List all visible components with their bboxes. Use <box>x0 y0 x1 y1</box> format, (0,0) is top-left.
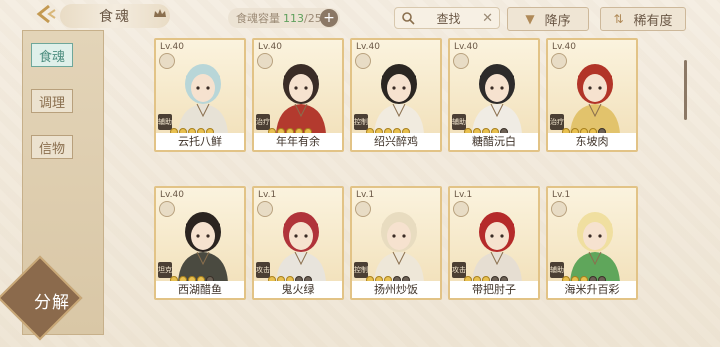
level-label: Lv.40 <box>160 42 184 52</box>
character-name: 糖醋沅白 <box>450 133 538 150</box>
tab-tokens[interactable]: 信物 <box>31 135 73 159</box>
element-icon <box>355 53 371 69</box>
food-soul-card[interactable]: Lv.40 坦克 西湖醋鱼 <box>154 186 246 300</box>
level-label: Lv.1 <box>552 190 571 200</box>
sort-arrows-icon: ⇅ <box>613 12 624 26</box>
level-label: Lv.40 <box>160 190 184 200</box>
element-icon <box>551 201 567 217</box>
food-soul-card[interactable]: Lv.40 治疗 东坡肉 <box>546 38 638 152</box>
character-name: 扬州炒饭 <box>352 281 440 298</box>
element-icon <box>355 201 371 217</box>
crown-icon <box>154 9 166 17</box>
food-soul-card[interactable]: Lv.40 辅助 糖醋沅白 <box>448 38 540 152</box>
element-icon <box>257 201 273 217</box>
character-portrait <box>472 64 522 134</box>
search-icon <box>402 12 415 25</box>
character-portrait <box>374 64 424 134</box>
add-capacity-button[interactable]: + <box>320 9 338 27</box>
character-portrait <box>178 212 228 282</box>
sort-by-label: 稀有度 <box>633 13 673 29</box>
sort-order-button[interactable]: ▼ 降序 <box>507 7 589 31</box>
tab-label: 调理 <box>38 95 65 111</box>
level-label: Lv.40 <box>552 42 576 52</box>
character-name: 云托八鲜 <box>156 133 244 150</box>
character-portrait <box>178 64 228 134</box>
character-name: 西湖醋鱼 <box>156 281 244 298</box>
element-icon <box>257 53 273 69</box>
scrollbar[interactable] <box>684 60 687 120</box>
back-arrow-icon <box>36 4 56 24</box>
character-portrait <box>570 212 620 282</box>
back-button[interactable] <box>30 2 62 28</box>
top-bar: 食魂 食魂容量 113 /250 + 查找 ✕ ▼ 降序 ⇅ 稀有度 <box>0 0 720 36</box>
page-title: 食魂 <box>99 9 131 25</box>
level-label: Lv.1 <box>356 190 375 200</box>
element-icon <box>551 53 567 69</box>
character-name: 东坡肉 <box>548 133 636 150</box>
clear-icon[interactable]: ✕ <box>482 11 493 26</box>
food-soul-grid: Lv.40 辅助 云托八鲜 Lv.40 治疗 年年有余 Lv.40 控制 绍兴醉鸡 Lv.40 辅助… <box>150 36 690 336</box>
capacity-current: 113 <box>283 11 304 25</box>
food-soul-card[interactable]: Lv.1 辅助 海米升百彩 <box>546 186 638 300</box>
element-icon <box>453 201 469 217</box>
level-label: Lv.40 <box>454 42 478 52</box>
character-portrait <box>276 64 326 134</box>
level-label: Lv.1 <box>454 190 473 200</box>
character-name: 海米升百彩 <box>548 281 636 298</box>
character-portrait <box>472 212 522 282</box>
character-portrait <box>570 64 620 134</box>
search-label: 查找 <box>436 11 461 26</box>
food-soul-card[interactable]: Lv.1 攻击 鬼火绿 <box>252 186 344 300</box>
tab-food-souls[interactable]: 食魂 <box>31 43 73 67</box>
element-icon <box>453 53 469 69</box>
sort-by-button[interactable]: ⇅ 稀有度 <box>600 7 686 31</box>
food-soul-card[interactable]: Lv.1 控制 扬州炒饭 <box>350 186 442 300</box>
food-soul-card[interactable]: Lv.40 治疗 年年有余 <box>252 38 344 152</box>
character-portrait <box>374 212 424 282</box>
food-soul-card[interactable]: Lv.40 控制 绍兴醉鸡 <box>350 38 442 152</box>
element-icon <box>159 201 175 217</box>
level-label: Lv.40 <box>356 42 380 52</box>
element-icon <box>159 53 175 69</box>
tab-label: 信物 <box>38 141 65 157</box>
character-name: 年年有余 <box>254 133 342 150</box>
search-input[interactable]: 查找 ✕ <box>394 7 500 29</box>
decompose-label: 分解 <box>34 293 70 313</box>
character-portrait <box>276 212 326 282</box>
capacity-label: 食魂容量 <box>236 12 280 25</box>
level-label: Lv.40 <box>258 42 282 52</box>
sort-order-label: 降序 <box>544 13 571 29</box>
tab-conditioning[interactable]: 调理 <box>31 89 73 113</box>
character-name: 绍兴醉鸡 <box>352 133 440 150</box>
food-soul-card[interactable]: Lv.1 攻击 带把肘子 <box>448 186 540 300</box>
tab-label: 食魂 <box>38 49 65 65</box>
dropdown-arrow-icon: ▼ <box>525 12 535 26</box>
level-label: Lv.1 <box>258 190 277 200</box>
character-name: 带把肘子 <box>450 281 538 298</box>
character-name: 鬼火绿 <box>254 281 342 298</box>
capacity-display: 食魂容量 113 /250 + <box>228 8 340 28</box>
food-soul-card[interactable]: Lv.40 辅助 云托八鲜 <box>154 38 246 152</box>
